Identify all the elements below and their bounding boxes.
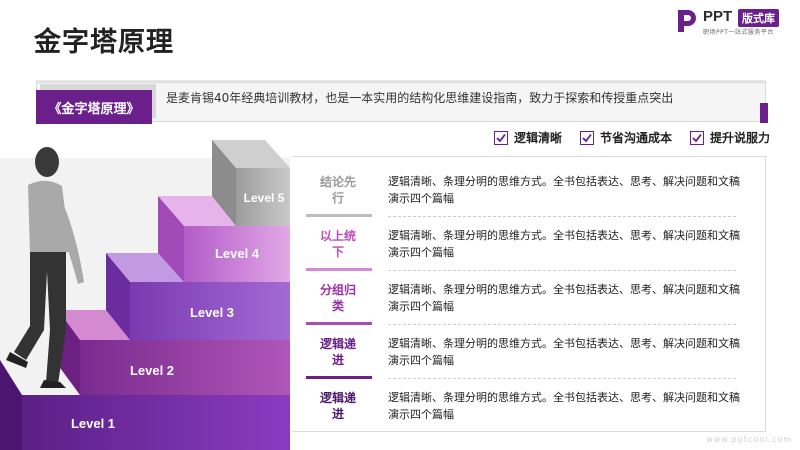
table-row: 以上统下 逻辑清晰、条理分明的思维方式。全书包括表达、思考、解决问题和文稿演示四…	[292, 217, 766, 271]
level-label-4: Level 4	[215, 246, 260, 261]
row-key: 分组归类	[319, 283, 356, 313]
row-description: 逻辑清晰、条理分明的思维方式。全书包括表达、思考、解决问题和文稿演示四个篇幅	[388, 283, 740, 313]
row-key: 逻辑递进	[319, 391, 356, 421]
row-description: 逻辑清晰、条理分明的思维方式。全书包括表达、思考、解决问题和文稿演示四个篇幅	[388, 175, 740, 205]
table-row: 分组归类 逻辑清晰、条理分明的思维方式。全书包括表达、思考、解决问题和文稿演示四…	[292, 271, 766, 325]
watermark: www.pptcool.com	[706, 435, 792, 444]
table-row: 结论先行 逻辑清晰、条理分明的思维方式。全书包括表达、思考、解决问题和文稿演示四…	[292, 163, 766, 217]
table-row: 逻辑递进 逻辑清晰、条理分明的思维方式。全书包括表达、思考、解决问题和文稿演示四…	[292, 379, 766, 433]
level-label-3: Level 3	[190, 305, 234, 320]
row-key: 结论先行	[319, 175, 356, 205]
row-key: 逻辑递进	[319, 337, 356, 367]
row-description: 逻辑清晰、条理分明的思维方式。全书包括表达、思考、解决问题和文稿演示四个篇幅	[388, 391, 740, 421]
row-description: 逻辑清晰、条理分明的思维方式。全书包括表达、思考、解决问题和文稿演示四个篇幅	[388, 337, 740, 367]
principles-table: 结论先行 逻辑清晰、条理分明的思维方式。全书包括表达、思考、解决问题和文稿演示四…	[292, 156, 766, 432]
level-label-2: Level 2	[130, 363, 174, 378]
level-label-1: Level 1	[71, 416, 115, 431]
row-description: 逻辑清晰、条理分明的思维方式。全书包括表达、思考、解决问题和文稿演示四个篇幅	[388, 229, 740, 259]
level-label-5: Level 5	[244, 191, 285, 205]
row-key: 以上统下	[319, 229, 356, 259]
table-row: 逻辑递进 逻辑清晰、条理分明的思维方式。全书包括表达、思考、解决问题和文稿演示四…	[292, 325, 766, 379]
